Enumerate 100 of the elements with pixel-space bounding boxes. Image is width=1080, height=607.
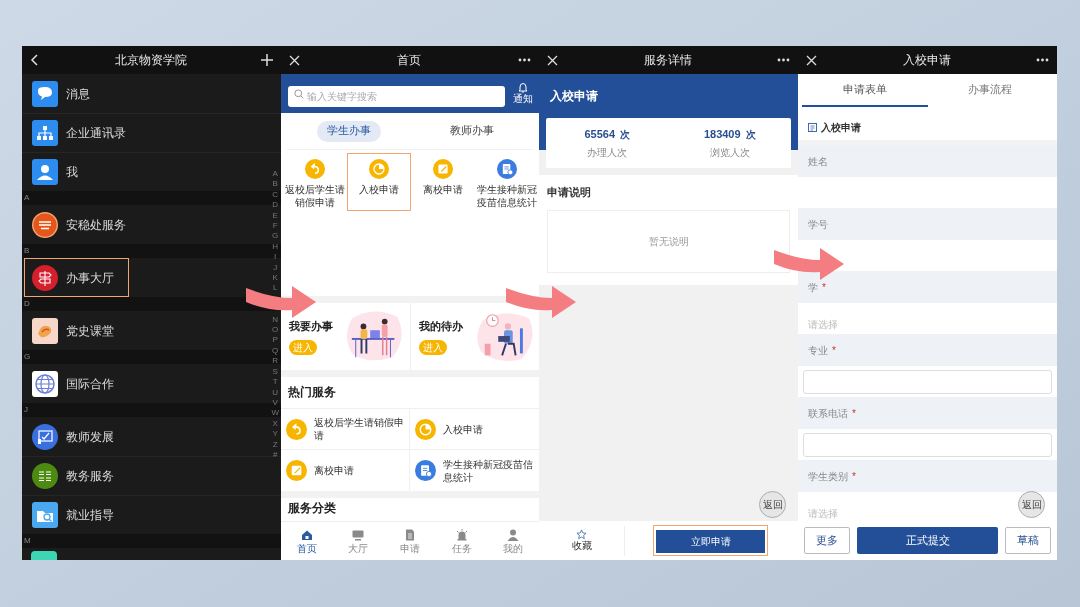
nav-tab[interactable]: 首页 bbox=[281, 522, 333, 560]
service-item[interactable]: 返校后学生请销假申请 bbox=[281, 409, 410, 450]
list-item[interactable]: 就业指导 bbox=[24, 495, 129, 535]
list-item[interactable]: 教师发展 bbox=[24, 417, 129, 456]
back-button[interactable]: 返回 bbox=[759, 491, 786, 518]
more-icon[interactable] bbox=[777, 58, 790, 62]
section-title: 申请说明 bbox=[547, 185, 592, 200]
index-letter[interactable]: F bbox=[272, 221, 278, 232]
service-item[interactable]: 离校申请 bbox=[411, 153, 475, 211]
add-icon[interactable] bbox=[261, 54, 273, 66]
nav-tab[interactable]: 大厅 bbox=[332, 522, 385, 560]
back-icon[interactable] bbox=[30, 54, 40, 66]
index-letter[interactable]: X bbox=[272, 418, 278, 430]
index-letter[interactable]: A bbox=[272, 169, 278, 180]
index-letter[interactable]: Q bbox=[272, 345, 279, 357]
item-label: 企业通讯录 bbox=[66, 125, 126, 142]
nav-tab[interactable]: 我的 bbox=[487, 522, 539, 560]
person-icon bbox=[506, 527, 521, 542]
search-field[interactable]: 输入关键字搜索 bbox=[288, 86, 505, 107]
service-label: 入校申请 bbox=[358, 183, 400, 196]
service-item[interactable]: 学生接种新冠疫苗信息统计 bbox=[410, 450, 539, 491]
service-item[interactable]: 离校申请 bbox=[281, 450, 410, 491]
index-letter[interactable]: B bbox=[272, 179, 278, 190]
index-letter[interactable]: E bbox=[272, 210, 278, 222]
screen-title: 北京物资学院 bbox=[114, 52, 187, 69]
index-letter[interactable]: S bbox=[272, 366, 278, 378]
service-item[interactable]: 返校后学生请销假申请 bbox=[283, 153, 347, 211]
close-icon[interactable] bbox=[289, 54, 300, 66]
apply-button[interactable]: 立即申请 bbox=[656, 530, 765, 553]
section-letter: J bbox=[24, 405, 28, 415]
index-letter[interactable]: J bbox=[273, 262, 278, 274]
section-letter: M bbox=[24, 536, 31, 546]
list-item[interactable]: 消息 bbox=[24, 74, 105, 113]
form-button[interactable]: 正式提交 bbox=[857, 527, 998, 554]
clipboard-icon bbox=[415, 460, 436, 481]
chat-icon bbox=[32, 80, 58, 107]
more-icon[interactable] bbox=[1036, 58, 1049, 62]
badge-logo-icon bbox=[32, 463, 58, 489]
service-label: 离校申请 bbox=[314, 464, 354, 477]
input-field[interactable] bbox=[803, 370, 1052, 394]
stat-label: 办理人次 bbox=[587, 146, 628, 161]
index-letter[interactable]: P bbox=[272, 335, 278, 346]
org-chart-icon bbox=[32, 120, 58, 146]
star-icon bbox=[576, 529, 587, 540]
tab[interactable]: 教师办事 bbox=[439, 120, 504, 142]
card-title: 我的待办 bbox=[418, 318, 463, 334]
index-letter[interactable]: U bbox=[272, 387, 279, 398]
section-title: 服务分类 bbox=[287, 500, 337, 516]
index-letter[interactable]: H bbox=[272, 241, 279, 253]
field-label: 学号 bbox=[808, 217, 828, 232]
index-letter[interactable]: R bbox=[272, 356, 279, 367]
index-letter[interactable]: C bbox=[272, 189, 279, 201]
nav-tab[interactable]: 任务 bbox=[435, 522, 488, 560]
index-letter[interactable]: V bbox=[272, 397, 278, 409]
index-letter[interactable]: D bbox=[272, 200, 279, 211]
nav-tab[interactable]: 申请 bbox=[384, 522, 436, 560]
favorite-button[interactable]: 收藏 bbox=[539, 525, 625, 556]
tab[interactable]: 申请表单 bbox=[802, 74, 928, 107]
index-letter[interactable]: N bbox=[272, 314, 279, 326]
screen-title: 入校申请 bbox=[902, 52, 951, 69]
item-label: 教师发展 bbox=[66, 428, 114, 446]
card-title: 我要办事 bbox=[289, 318, 333, 334]
service-item[interactable]: 入校申请 bbox=[410, 409, 539, 450]
form-title: 入校申请 bbox=[821, 120, 861, 135]
stat-unit: 次 bbox=[745, 127, 756, 142]
service-item[interactable]: 学生接种新冠疫苗信息统计 bbox=[475, 153, 539, 211]
service-item[interactable]: 入校申请 bbox=[347, 153, 411, 211]
index-letter[interactable]: Z bbox=[272, 439, 278, 450]
list-icon bbox=[808, 122, 817, 132]
index-letter[interactable]: G bbox=[272, 231, 279, 242]
list-item[interactable]: 我 bbox=[24, 152, 93, 192]
back-button[interactable]: 返回 bbox=[1018, 491, 1045, 518]
tab[interactable]: 办事流程 bbox=[927, 74, 1053, 107]
service-label: 学生接种新冠疫苗信息统计 bbox=[476, 183, 538, 209]
index-letter[interactable]: W bbox=[271, 408, 279, 419]
list-item[interactable]: 教务服务 bbox=[24, 456, 129, 496]
list-item[interactable]: 安稳处服务 bbox=[24, 205, 141, 244]
list-item[interactable]: 国际合作 bbox=[24, 364, 129, 403]
notice-button[interactable]: 通知 bbox=[513, 82, 533, 105]
close-icon[interactable] bbox=[547, 54, 558, 66]
close-icon[interactable] bbox=[806, 54, 817, 66]
index-letter[interactable]: O bbox=[272, 325, 279, 336]
index-letter[interactable]: T bbox=[272, 377, 278, 388]
list-item[interactable]: 党史课堂 bbox=[24, 311, 129, 350]
section-letter: B bbox=[24, 246, 30, 256]
form-button[interactable]: 更多 bbox=[804, 527, 850, 554]
index-letter[interactable]: K bbox=[272, 273, 278, 284]
input-field[interactable] bbox=[803, 433, 1052, 457]
tab[interactable]: 学生办事 bbox=[316, 120, 381, 142]
more-icon[interactable] bbox=[518, 58, 531, 62]
index-letter[interactable]: # bbox=[273, 449, 278, 461]
item-label: 教务服务 bbox=[66, 468, 114, 485]
bell-icon bbox=[518, 82, 528, 93]
index-letter[interactable]: L bbox=[273, 283, 278, 294]
stat-value: 183409 bbox=[703, 126, 741, 142]
index-letter[interactable]: Y bbox=[272, 429, 278, 440]
list-item[interactable]: 企业通讯录 bbox=[24, 113, 141, 153]
form-button[interactable]: 草稿 bbox=[1005, 527, 1051, 554]
item-label: 办事大厅 bbox=[66, 269, 114, 287]
required-mark: * bbox=[822, 280, 826, 295]
